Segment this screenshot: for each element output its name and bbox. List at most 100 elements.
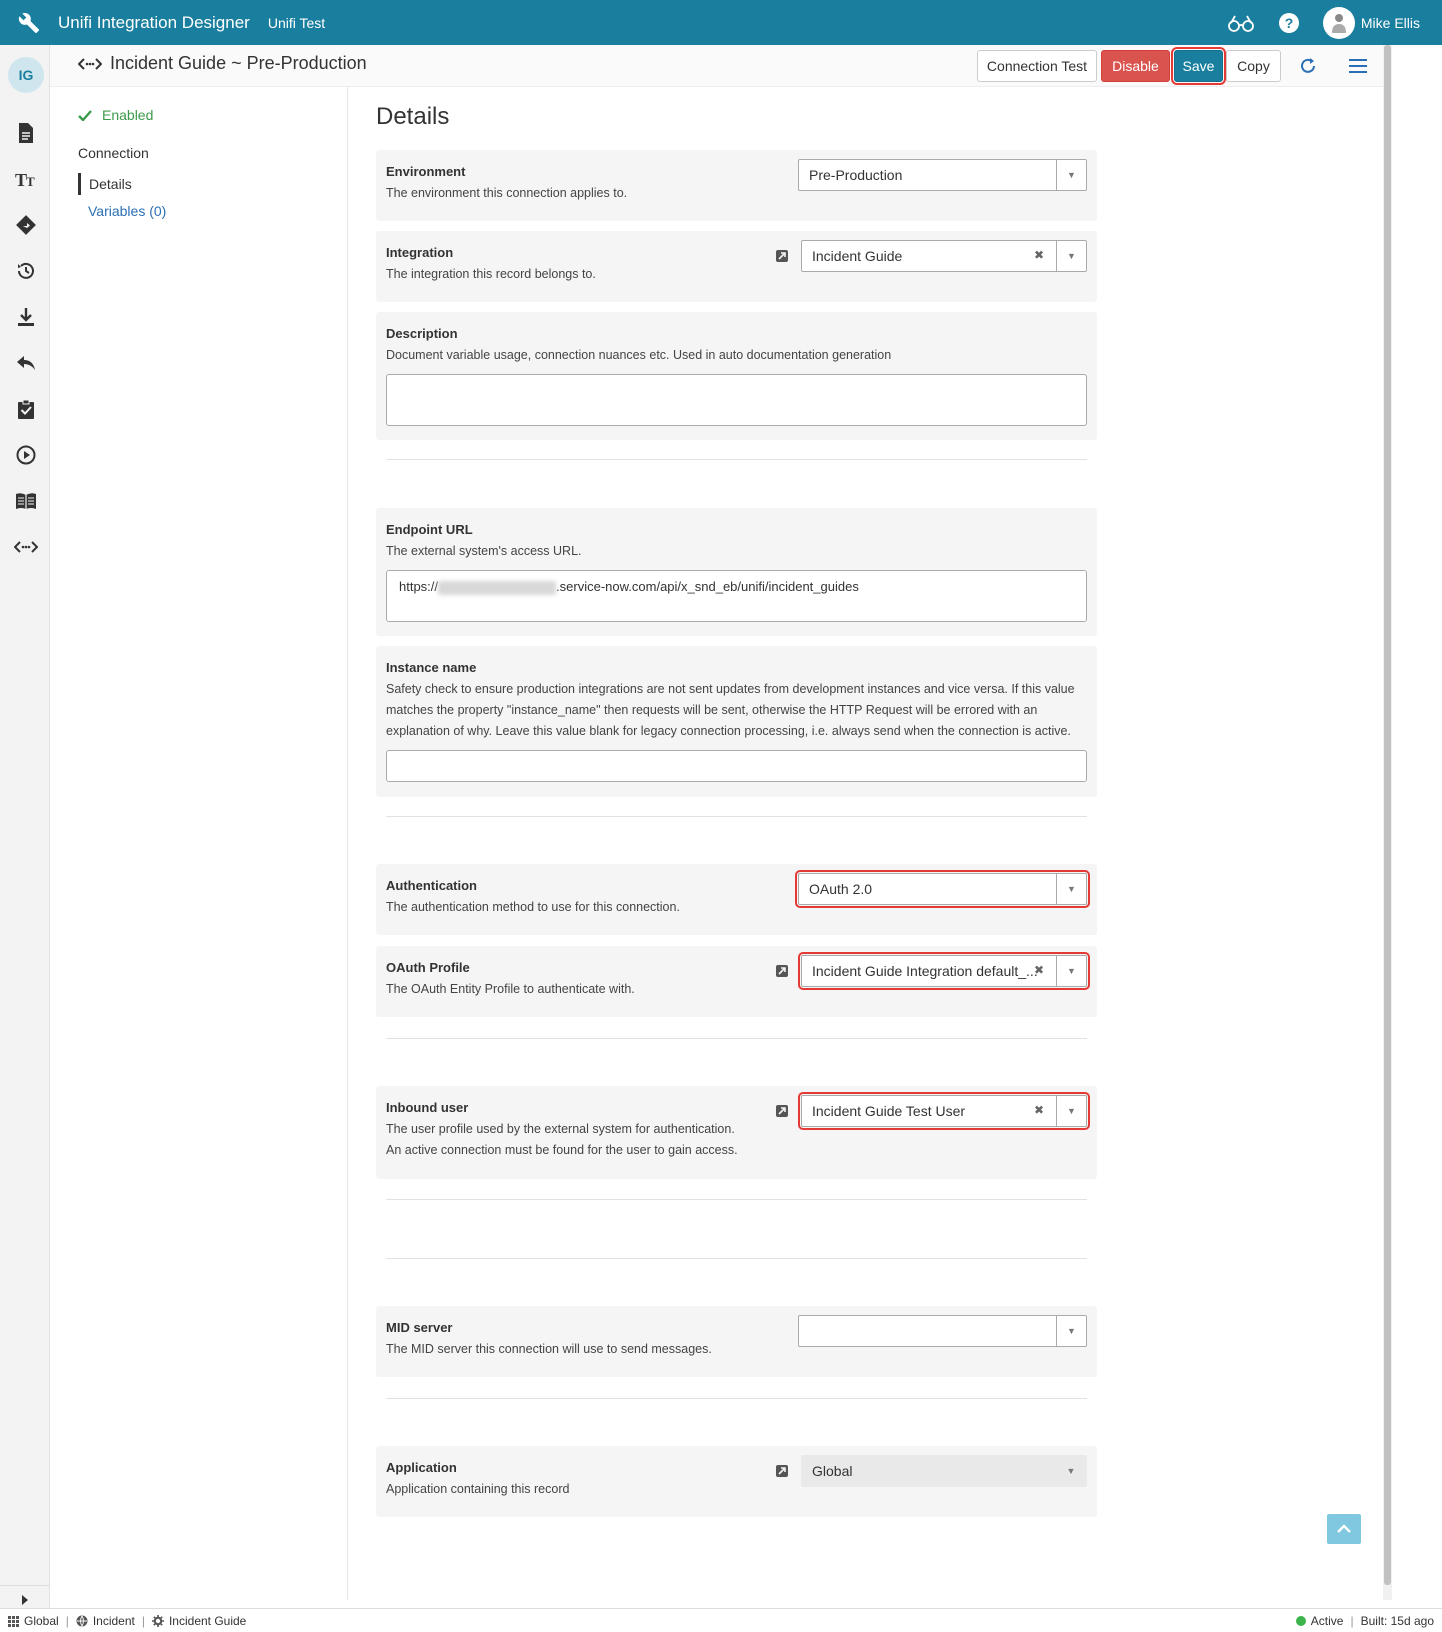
text-format-icon[interactable]: TT: [14, 167, 38, 191]
divider: [386, 459, 1087, 460]
table-label[interactable]: Incident: [93, 1614, 135, 1628]
divider: [386, 1038, 1087, 1039]
code-connection-icon[interactable]: [14, 535, 38, 559]
record-title-text: Incident Guide ~ Pre-Production: [110, 53, 367, 73]
open-record-icon[interactable]: [775, 1104, 789, 1118]
clear-icon[interactable]: ✖: [1034, 963, 1044, 977]
integration-label[interactable]: Incident Guide: [169, 1614, 246, 1628]
environment-select[interactable]: Pre-Production ▼: [798, 159, 1087, 191]
hamburger-menu-icon[interactable]: [1345, 53, 1371, 79]
integration-select[interactable]: Incident Guide ✖ ▼: [801, 240, 1087, 272]
back-to-top-button[interactable]: [1327, 1514, 1361, 1544]
clear-icon[interactable]: ✖: [1034, 1103, 1044, 1117]
enabled-status: Enabled: [78, 107, 153, 123]
application-select: Global ▼: [801, 1455, 1087, 1487]
environment-field: Environment The environment this connect…: [376, 150, 1097, 221]
record-header: Incident Guide ~ Pre-Production Connecti…: [50, 45, 1383, 87]
built-label: Built: 15d ago: [1360, 1614, 1434, 1628]
scope-label[interactable]: Global: [24, 1614, 59, 1628]
chevron-down-icon[interactable]: ▼: [1056, 241, 1086, 271]
glasses-icon[interactable]: [1217, 0, 1265, 45]
active-status-dot: [1295, 1616, 1306, 1626]
open-record-icon[interactable]: [775, 249, 789, 263]
chevron-down-icon[interactable]: ▼: [1056, 874, 1086, 904]
svg-text:T: T: [26, 174, 35, 188]
field-label: Instance name: [386, 660, 477, 675]
enabled-label: Enabled: [102, 107, 154, 123]
chevron-down-icon[interactable]: ▼: [1056, 160, 1086, 190]
chevron-down-icon[interactable]: ▼: [1056, 1316, 1086, 1346]
copy-button[interactable]: Copy: [1226, 50, 1281, 82]
user-menu[interactable]: Mike Ellis: [1322, 6, 1420, 39]
wrench-icon[interactable]: [0, 0, 58, 45]
field-description: The OAuth Entity Profile to authenticate…: [386, 982, 635, 996]
code-connection-icon: [78, 57, 102, 70]
instance-name-input[interactable]: [386, 750, 1087, 782]
divider: [386, 816, 1087, 817]
disable-button[interactable]: Disable: [1101, 50, 1170, 82]
field-label: MID server: [386, 1320, 453, 1335]
field-description: The integration this record belongs to.: [386, 267, 596, 281]
app-title[interactable]: Unifi Integration Designer: [58, 13, 250, 33]
field-description: Safety check to ensure production integr…: [386, 682, 1075, 738]
field-label: Authentication: [386, 878, 477, 893]
clear-icon[interactable]: ✖: [1034, 248, 1044, 262]
route-icon[interactable]: [14, 213, 38, 237]
reply-icon[interactable]: [14, 351, 38, 375]
grid-icon: [8, 1615, 19, 1627]
save-button[interactable]: Save: [1171, 47, 1226, 85]
oauth-profile-field: OAuth Profile The OAuth Entity Profile t…: [376, 946, 1097, 1017]
page-title: Details: [376, 103, 450, 130]
help-icon[interactable]: ?: [1265, 0, 1313, 45]
field-label: Environment: [386, 164, 466, 179]
field-label: Inbound user: [386, 1100, 469, 1115]
field-description: The authentication method to use for thi…: [386, 900, 680, 914]
inbound-user-select[interactable]: Incident Guide Test User ✖ ▼: [798, 1092, 1090, 1130]
record-nav: Enabled Connection Details Variables (0): [50, 87, 348, 1600]
integration-badge[interactable]: IG: [8, 57, 44, 93]
refresh-icon[interactable]: [1295, 53, 1321, 79]
nav-item-variables[interactable]: Variables (0): [88, 203, 166, 219]
document-icon[interactable]: [14, 121, 38, 145]
status-bar: Global | Incident | Incident Guide Activ…: [0, 1608, 1442, 1632]
chevron-down-icon[interactable]: ▼: [1056, 956, 1086, 986]
download-icon[interactable]: [14, 305, 38, 329]
field-label: Description: [386, 326, 458, 341]
field-description: The user profile used by the external sy…: [386, 1122, 738, 1157]
caret-right-icon: [22, 1594, 28, 1605]
open-record-icon[interactable]: [775, 1464, 789, 1478]
field-description: Application containing this record: [386, 1482, 570, 1496]
instance-name-field: Instance name Safety check to ensure pro…: [376, 646, 1097, 797]
inbound-user-field: Inbound user The user profile used by th…: [376, 1086, 1097, 1179]
mid-server-field: MID server The MID server this connectio…: [376, 1306, 1097, 1377]
field-label: OAuth Profile: [386, 960, 470, 975]
clipboard-check-icon[interactable]: [14, 397, 38, 421]
endpoint-url-textarea[interactable]: https://.service-now.com/api/x_snd_eb/un…: [386, 570, 1087, 622]
application-field: Application Application containing this …: [376, 1446, 1097, 1517]
book-icon[interactable]: [14, 489, 38, 513]
nav-item-details[interactable]: Details: [78, 173, 132, 195]
play-circle-icon[interactable]: [14, 443, 38, 467]
mid-server-select[interactable]: ▼: [798, 1315, 1087, 1347]
globe-icon: [76, 1615, 88, 1627]
description-textarea[interactable]: [386, 374, 1087, 426]
connection-test-button[interactable]: Connection Test: [977, 50, 1097, 82]
chevron-down-icon[interactable]: ▼: [1056, 1096, 1086, 1126]
state-label: Active: [1310, 1614, 1344, 1628]
field-description: The MID server this connection will use …: [386, 1342, 712, 1356]
open-record-icon[interactable]: [775, 964, 789, 978]
svg-text:?: ?: [1285, 15, 1294, 31]
avatar: [1322, 6, 1355, 39]
description-field: Description Document variable usage, con…: [376, 312, 1097, 440]
field-label: Integration: [386, 245, 454, 260]
endpoint-url-field: Endpoint URL The external system's acces…: [376, 508, 1097, 636]
scrollbar-thumb[interactable]: [1384, 45, 1391, 1585]
nav-section-connection[interactable]: Connection: [78, 145, 149, 161]
record-title: Incident Guide ~ Pre-Production: [78, 53, 367, 74]
authentication-select[interactable]: OAuth 2.0 ▼: [795, 870, 1090, 908]
left-rail: IG TT: [0, 45, 50, 1613]
app-subtitle: Unifi Test: [267, 14, 326, 31]
oauth-profile-select[interactable]: Incident Guide Integration default_... ✖…: [798, 952, 1090, 990]
page-scrollbar[interactable]: [1383, 45, 1392, 1600]
history-icon[interactable]: [14, 259, 38, 283]
